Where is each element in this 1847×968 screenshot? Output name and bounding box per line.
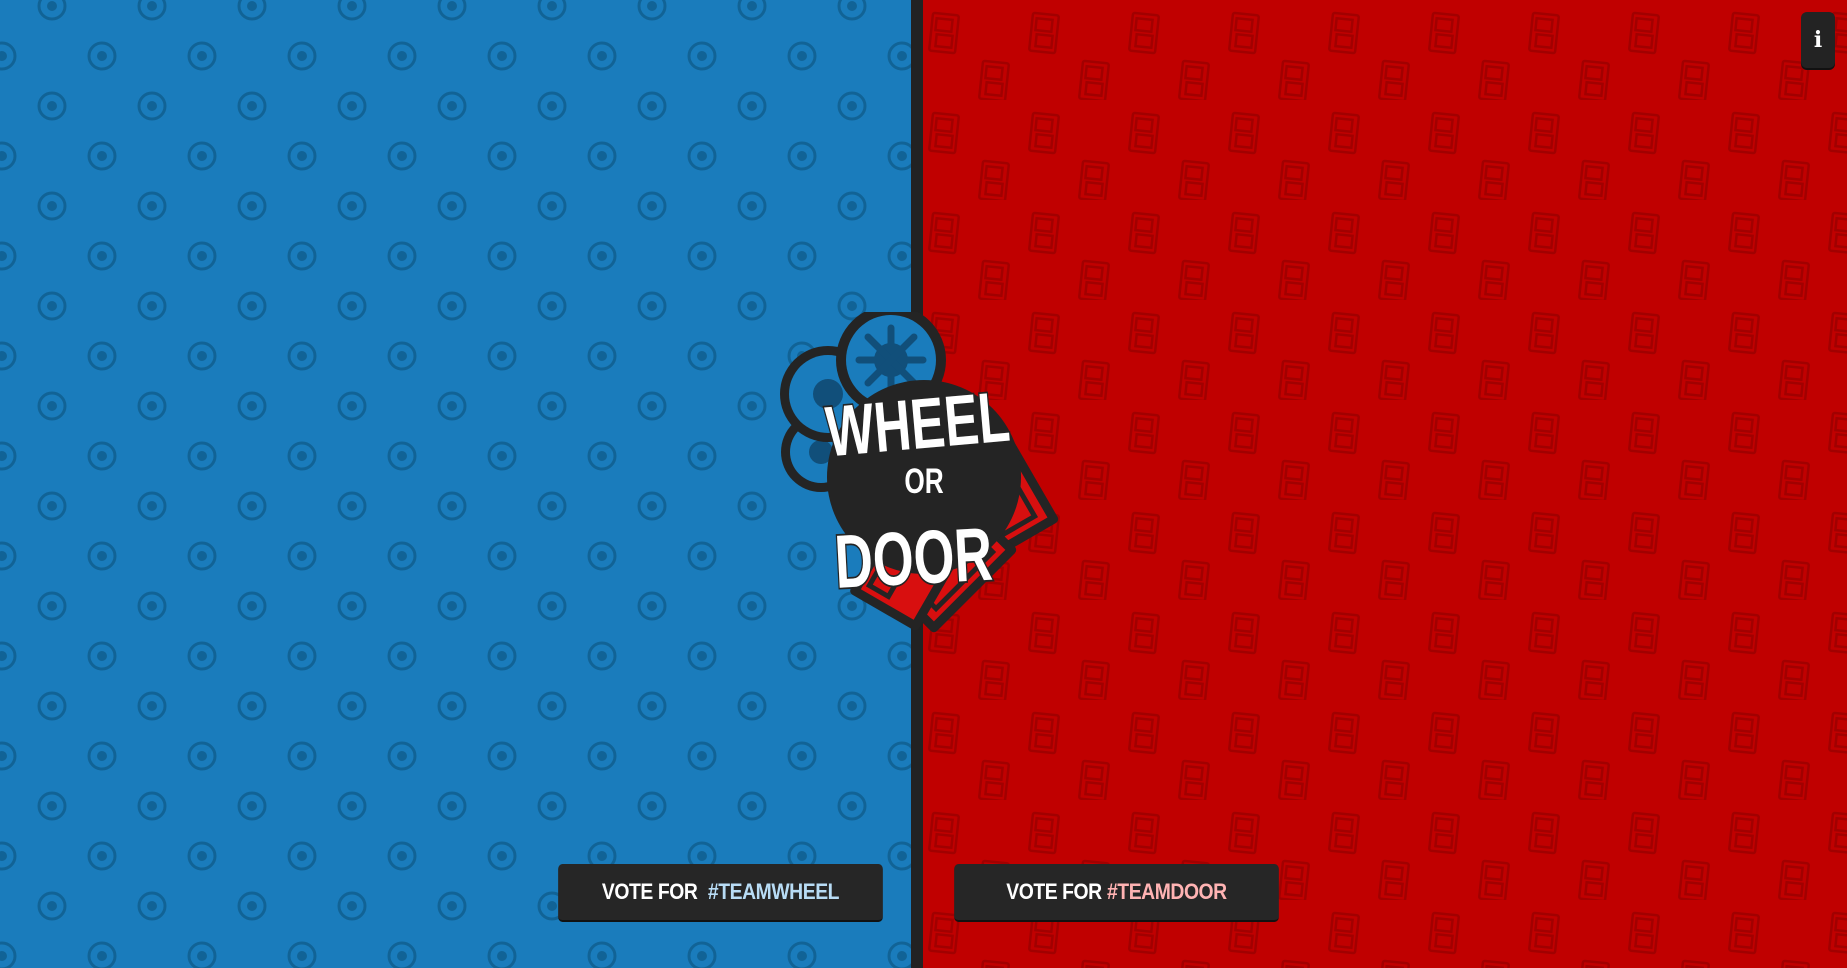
vote-prefix: VOTE FOR <box>1006 879 1102 904</box>
info-button[interactable]: i <box>1801 12 1835 68</box>
vote-prefix: VOTE FOR <box>601 879 698 904</box>
vote-team-wheel-button[interactable]: VOTE FOR #TEAMWHEEL <box>558 864 883 922</box>
info-icon: i <box>1813 27 1823 53</box>
team-door-hashtag: #TEAMDOOR <box>1106 879 1227 904</box>
team-wheel-hashtag: #TEAMWHEEL <box>707 879 840 904</box>
team-wheel-panel[interactable] <box>0 0 911 968</box>
vote-team-door-button[interactable]: VOTE FOR #TEAMDOOR <box>954 864 1279 922</box>
logo-text-door: DOOR <box>833 511 995 604</box>
wheel-or-door-logo: WHEEL OR DOOR <box>780 312 1059 633</box>
logo-text-wheel: WHEEL <box>823 377 1013 472</box>
logo-text-or: OR <box>904 461 943 501</box>
